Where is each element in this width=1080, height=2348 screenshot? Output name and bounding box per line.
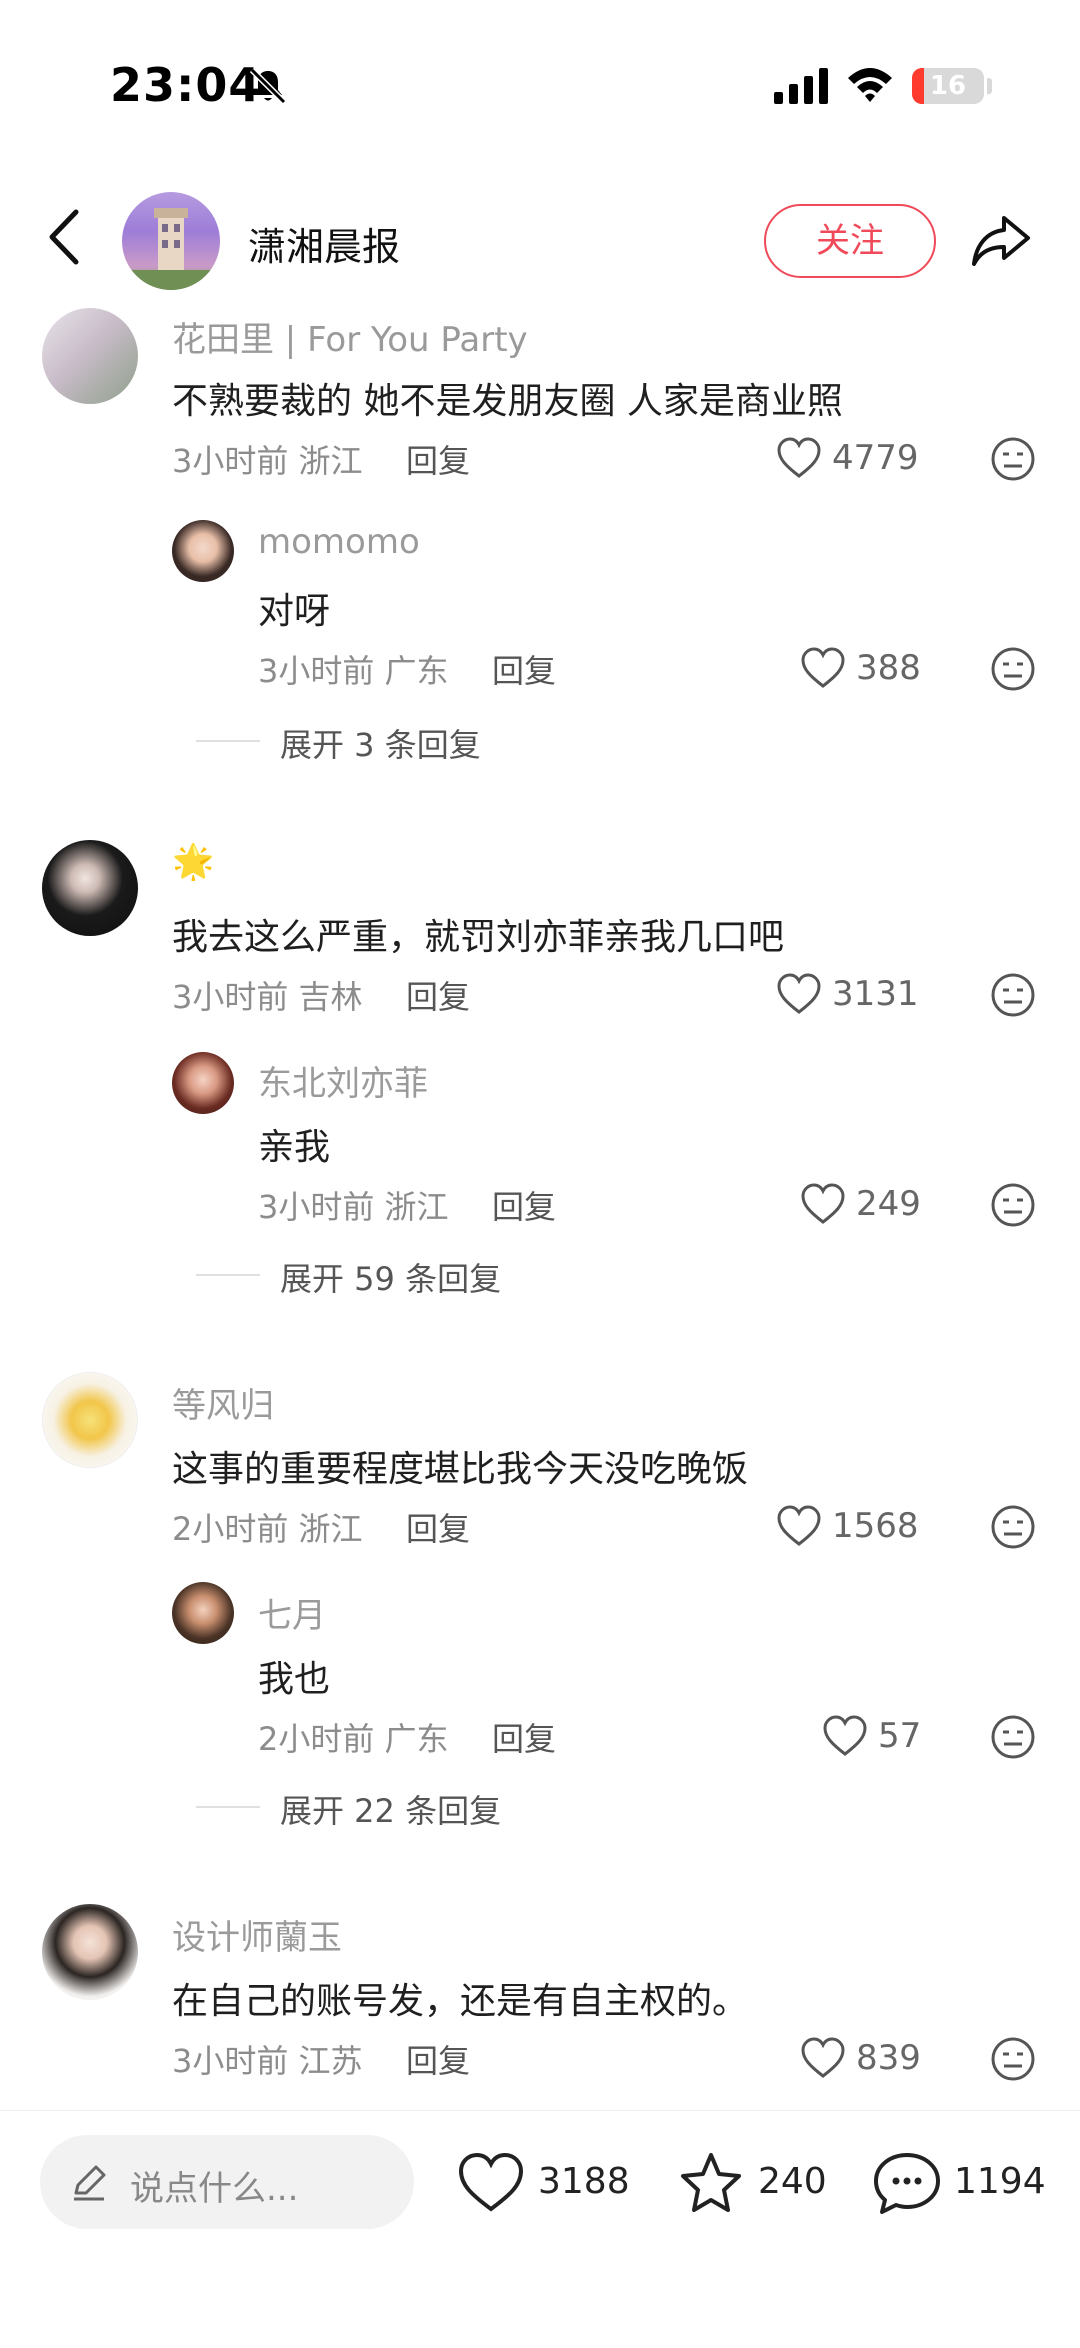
share-icon[interactable] [968,210,1034,270]
comment-text: 在自己的账号发，还是有自主权的。 [172,1981,749,2022]
like-count: 1568 [832,1506,919,1546]
follow-button[interactable]: 关注 [764,204,936,278]
favorite-button[interactable]: 240 [676,2151,836,2215]
reply-button[interactable]: 回复 [406,2036,470,2082]
reply-text: 亲我 [258,1127,331,1168]
heart-icon [801,647,845,688]
battery-cap [987,78,992,94]
comment-bubble-icon [874,2153,940,2214]
emoji-reaction-icon[interactable] [990,1504,1036,1550]
pencil-icon [74,2165,106,2201]
like-count: 4779 [832,438,919,478]
commenter-avatar[interactable] [42,1372,138,1468]
like-count: 839 [856,2038,921,2078]
status-time: 23:04 [110,58,262,112]
reply-name[interactable]: 东北刘亦菲 [258,1056,428,1105]
reply-avatar[interactable] [172,1582,234,1644]
post-like-count: 3188 [538,2161,630,2202]
comments-button[interactable]: 1194 [872,2151,1052,2215]
channel-avatar[interactable] [122,192,220,290]
emoji-reaction-icon[interactable] [990,1182,1036,1228]
comment-text: 这事的重要程度堪比我今天没吃晚饭 [172,1449,749,1490]
reply-meta: 3小时前 广东 [258,652,449,690]
reply-button[interactable]: 回复 [492,1182,556,1228]
heart-icon [823,1715,867,1756]
comment-meta: 3小时前 浙江 [172,442,363,480]
nav-bar: 潇湘晨报 关注 [0,180,1080,300]
commenter-name[interactable]: 花田里 | For You Party [172,312,528,361]
expand-divider [196,740,260,742]
expand-divider [196,1274,260,1276]
bottom-action-bar: 说点什么... 3188 240 1194 [0,2110,1080,2348]
building-image [122,208,220,290]
reply-meta: 3小时前 浙江 [258,1188,449,1226]
reply-name[interactable]: 七月 [258,1588,326,1637]
commenter-avatar[interactable] [42,1904,138,2000]
comment-input[interactable]: 说点什么... [40,2135,414,2229]
expand-replies-button[interactable]: 展开 22 条回复 [280,1786,501,1832]
like-count: 3131 [832,974,919,1014]
heart-icon [777,437,821,478]
reply-meta: 2小时前 广东 [258,1720,449,1758]
comment-meta: 3小时前 江苏 [172,2042,363,2080]
commenter-name[interactable]: 🌟 [172,842,214,882]
emoji-reaction-icon[interactable] [990,1714,1036,1760]
favorite-count: 240 [758,2161,827,2202]
expand-divider [196,1806,260,1808]
back-chevron-icon[interactable] [36,202,96,272]
like-count: 249 [856,1184,921,1224]
reply-button[interactable]: 回复 [406,436,470,482]
reply-avatar[interactable] [172,1052,234,1114]
heart-icon [801,2037,845,2078]
reply-button[interactable]: 回复 [492,1714,556,1760]
commenter-avatar[interactable] [42,840,138,936]
reply-text: 对呀 [258,591,331,632]
heart-icon [801,1183,845,1224]
like-post-button[interactable]: 3188 [456,2151,636,2215]
heart-icon [777,973,821,1014]
comment-meta: 3小时前 吉林 [172,978,363,1016]
wifi-icon [848,68,892,102]
expand-replies-button[interactable]: 展开 59 条回复 [280,1254,501,1300]
channel-name[interactable]: 潇湘晨报 [248,216,400,271]
status-bar: 23:04 16 [0,0,1080,150]
bell-muted-icon [249,67,287,105]
heart-icon [777,1505,821,1546]
reply-button[interactable]: 回复 [492,646,556,692]
heart-icon [458,2152,524,2212]
comment-input-placeholder: 说点什么... [130,2169,299,2209]
emoji-reaction-icon[interactable] [990,972,1036,1018]
emoji-reaction-icon[interactable] [990,646,1036,692]
comment-text: 我去这么严重，就罚刘亦菲亲我几口吧 [172,917,785,958]
comment-meta: 2小时前 浙江 [172,1510,363,1548]
emoji-reaction-icon[interactable] [990,436,1036,482]
reply-button[interactable]: 回复 [406,972,470,1018]
commenter-name[interactable]: 设计师蘭玉 [172,1910,342,1959]
comment-count: 1194 [954,2161,1046,2202]
reply-button[interactable]: 回复 [406,1504,470,1550]
star-icon [681,2153,741,2212]
battery-indicator: 16 [912,68,984,104]
expand-replies-button[interactable]: 展开 3 条回复 [280,720,481,766]
emoji-reaction-icon[interactable] [990,2036,1036,2082]
reply-text: 我也 [258,1659,331,1700]
commenter-name[interactable]: 等风归 [172,1378,274,1427]
like-count: 388 [856,648,921,688]
comment-text: 不熟要裁的 她不是发朋友圈 人家是商业照 [172,381,843,422]
cellular-signal-icon [774,68,828,104]
reply-name[interactable]: momomo [258,522,420,562]
commenter-avatar[interactable] [42,308,138,404]
like-count: 57 [878,1716,922,1756]
battery-level: 16 [929,71,967,101]
reply-avatar[interactable] [172,520,234,582]
